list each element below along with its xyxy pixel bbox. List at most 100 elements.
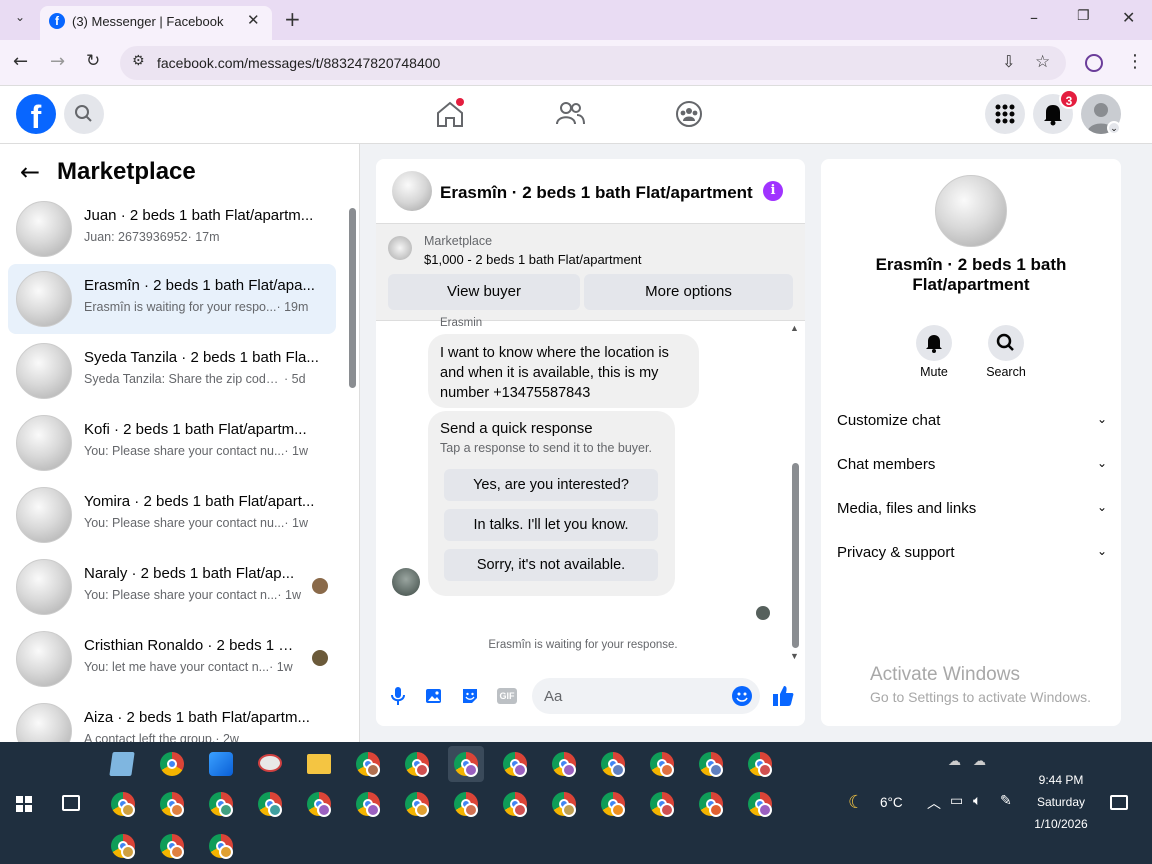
- chrome-profile-icon[interactable]: [644, 786, 680, 822]
- url-field[interactable]: ⚙ facebook.com/messages/t/88324782074840…: [120, 46, 1066, 80]
- file-explorer-icon[interactable]: [301, 746, 337, 782]
- chrome-profile-icon-active[interactable]: [448, 746, 484, 782]
- chrome-profile-icon[interactable]: [203, 786, 239, 822]
- browser-menu-icon[interactable]: ⋮: [1126, 51, 1144, 72]
- conversation-item[interactable]: Naraly · 2 beds 1 bath Flat/ap... You: P…: [8, 552, 336, 622]
- conversation-item-selected[interactable]: Erasmîn · 2 beds 1 bath Flat/apa... Eras…: [8, 264, 336, 334]
- conversation-item[interactable]: Kofi · 2 beds 1 bath Flat/apartm... You:…: [8, 408, 336, 478]
- privacy-support-section[interactable]: Privacy & support ⌄: [837, 544, 1107, 561]
- friends-nav-icon[interactable]: [554, 98, 586, 130]
- notification-center-icon[interactable]: [1110, 795, 1128, 810]
- network-off-icon[interactable]: ☁: [948, 754, 961, 769]
- chat-members-section[interactable]: Chat members ⌄: [837, 456, 1107, 473]
- back-arrow-icon[interactable]: ←: [20, 158, 40, 186]
- account-chevron-icon[interactable]: ⌄: [1107, 121, 1121, 135]
- scroll-down-icon[interactable]: ▼: [790, 651, 799, 661]
- chrome-profile-icon[interactable]: [105, 786, 141, 822]
- view-buyer-button[interactable]: View buyer: [388, 274, 580, 310]
- customize-chat-section[interactable]: Customize chat ⌄: [837, 412, 1107, 429]
- search-button[interactable]: [64, 94, 104, 134]
- chrome-profile-icon[interactable]: [693, 786, 729, 822]
- chrome-profile-icon[interactable]: [154, 828, 190, 864]
- chat-title[interactable]: Erasmîn · 2 beds 1 bath Flat/apartment: [440, 183, 753, 203]
- network-icon[interactable]: ▭: [950, 793, 963, 809]
- home-nav-icon[interactable]: [434, 98, 466, 130]
- microphone-icon[interactable]: [390, 686, 406, 706]
- chrome-profile-icon[interactable]: [644, 746, 680, 782]
- chrome-profile-icon[interactable]: [252, 786, 288, 822]
- reload-icon[interactable]: ↻: [86, 51, 100, 71]
- clock-day[interactable]: Saturday: [1030, 795, 1092, 809]
- notepad-app-icon[interactable]: [104, 746, 140, 782]
- onedrive-icon[interactable]: ☁: [973, 754, 986, 769]
- listing-title[interactable]: $1,000 - 2 beds 1 bath Flat/apartment: [424, 252, 642, 267]
- close-tab-icon[interactable]: ✕: [247, 11, 260, 29]
- chrome-profile-icon[interactable]: [497, 746, 533, 782]
- chrome-profile-icon[interactable]: [546, 786, 582, 822]
- conversation-info-icon[interactable]: i: [763, 181, 783, 201]
- clock-date[interactable]: 1/10/2026: [1030, 817, 1092, 831]
- tab-search-icon[interactable]: ⌄: [10, 10, 30, 30]
- groups-nav-icon[interactable]: [673, 98, 705, 130]
- install-app-icon[interactable]: ⇩: [1002, 52, 1015, 71]
- chrome-profile-icon[interactable]: [546, 746, 582, 782]
- notifications-button[interactable]: 3: [1033, 89, 1079, 134]
- profile-icon[interactable]: [1085, 54, 1103, 72]
- quick-reply-button[interactable]: Sorry, it's not available.: [444, 549, 658, 581]
- chrome-profile-icon[interactable]: [742, 786, 778, 822]
- chrome-app-icon[interactable]: [154, 746, 190, 782]
- photo-icon[interactable]: [425, 687, 443, 705]
- scrollbar-thumb[interactable]: [349, 208, 356, 388]
- conversation-item[interactable]: Syeda Tanzila · 2 beds 1 bath Fla... Sye…: [8, 336, 336, 406]
- temperature[interactable]: 6°C: [880, 795, 903, 810]
- conversation-item[interactable]: Yomira · 2 beds 1 bath Flat/apart... You…: [8, 480, 336, 550]
- clock-time[interactable]: 9:44 PM: [1030, 773, 1092, 787]
- chrome-profile-icon[interactable]: [399, 786, 435, 822]
- conversation-item[interactable]: Aiza · 2 beds 1 bath Flat/apartm... A co…: [8, 696, 336, 742]
- chrome-profile-icon[interactable]: [399, 746, 435, 782]
- chrome-profile-icon[interactable]: [595, 786, 631, 822]
- paint-app-icon[interactable]: [252, 746, 288, 782]
- pen-icon[interactable]: ✎: [1000, 793, 1012, 809]
- quick-reply-button[interactable]: In talks. I'll let you know.: [444, 509, 658, 541]
- close-window-icon[interactable]: ✕: [1122, 8, 1135, 27]
- new-tab-icon[interactable]: +: [284, 7, 301, 31]
- thumbs-up-icon[interactable]: [772, 685, 794, 707]
- menu-button[interactable]: [985, 94, 1025, 134]
- chrome-profile-icon[interactable]: [301, 786, 337, 822]
- chrome-profile-icon[interactable]: [350, 746, 386, 782]
- conversation-item[interactable]: Juan · 2 beds 1 bath Flat/apartm... Juan…: [8, 194, 336, 264]
- photos-app-icon[interactable]: [203, 746, 239, 782]
- task-view-icon[interactable]: [62, 795, 80, 811]
- mute-button[interactable]: [916, 325, 952, 361]
- chrome-profile-icon[interactable]: [693, 746, 729, 782]
- gif-icon[interactable]: GIF: [497, 688, 517, 704]
- chrome-profile-icon[interactable]: [203, 828, 239, 864]
- chrome-profile-icon[interactable]: [595, 746, 631, 782]
- site-info-icon[interactable]: ⚙: [132, 53, 145, 69]
- show-hidden-icons-icon[interactable]: ︿: [927, 793, 941, 813]
- sender-avatar[interactable]: [392, 568, 420, 596]
- chrome-profile-icon[interactable]: [497, 786, 533, 822]
- windows-start-icon[interactable]: [16, 796, 32, 812]
- chrome-profile-icon[interactable]: [742, 746, 778, 782]
- search-in-chat-button[interactable]: [988, 325, 1024, 361]
- forward-icon[interactable]: →: [50, 51, 65, 72]
- conversation-item[interactable]: Cristhian Ronaldo · 2 beds 1 b... You: l…: [8, 624, 336, 694]
- scrollbar-thumb[interactable]: [792, 463, 799, 648]
- message-input[interactable]: Aa: [532, 678, 760, 714]
- back-icon[interactable]: ←: [13, 51, 28, 72]
- minimize-icon[interactable]: –: [1030, 8, 1038, 27]
- chrome-profile-icon[interactable]: [154, 786, 190, 822]
- media-files-links-section[interactable]: Media, files and links ⌄: [837, 500, 1107, 517]
- chrome-profile-icon[interactable]: [448, 786, 484, 822]
- facebook-logo-icon[interactable]: f: [16, 94, 56, 134]
- maximize-icon[interactable]: ❐: [1077, 8, 1090, 24]
- weather-moon-icon[interactable]: ☾: [848, 792, 864, 813]
- inbox-scrollbar[interactable]: [346, 194, 358, 740]
- chat-avatar[interactable]: [392, 171, 432, 211]
- sticker-icon[interactable]: [461, 687, 479, 705]
- profile-photo[interactable]: [935, 175, 1007, 247]
- browser-tab[interactable]: f (3) Messenger | Facebook ✕: [40, 6, 272, 40]
- chrome-profile-icon[interactable]: [350, 786, 386, 822]
